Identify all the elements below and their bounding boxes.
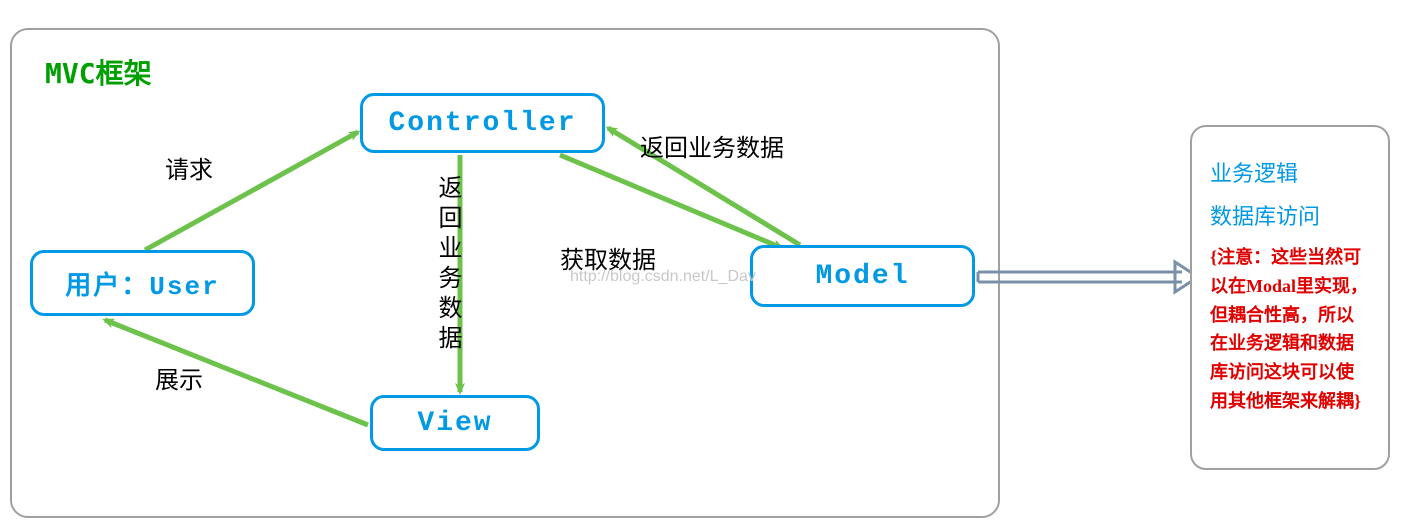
note-title-2: 数据库访问 [1210, 200, 1370, 233]
note-body: {注意：这些当然可以在Modal里实现，但耦合性高，所以在业务逻辑和数据库访问这… [1210, 243, 1370, 416]
frame-title: MVC框架 [45, 52, 152, 92]
node-user-label: 用户：User [65, 265, 219, 302]
node-view-label: View [417, 408, 492, 439]
node-model: Model [750, 245, 975, 307]
watermark: http://blog.csdn.net/L_Dav [570, 268, 756, 286]
node-user: 用户：User [30, 250, 255, 316]
label-display: 展示 [155, 360, 203, 395]
node-view: View [370, 395, 540, 451]
node-controller: Controller [360, 93, 605, 153]
label-request: 请求 [165, 150, 213, 185]
node-model-label: Model [815, 261, 909, 292]
node-controller-label: Controller [388, 108, 576, 139]
note-title-1: 业务逻辑 [1210, 157, 1370, 190]
note-box: 业务逻辑 数据库访问 {注意：这些当然可以在Modal里实现，但耦合性高，所以在… [1190, 125, 1390, 470]
label-return-biz: 返回业务数据 [640, 128, 784, 163]
label-return-biz-vertical: 返回业务数据 [430, 175, 465, 355]
